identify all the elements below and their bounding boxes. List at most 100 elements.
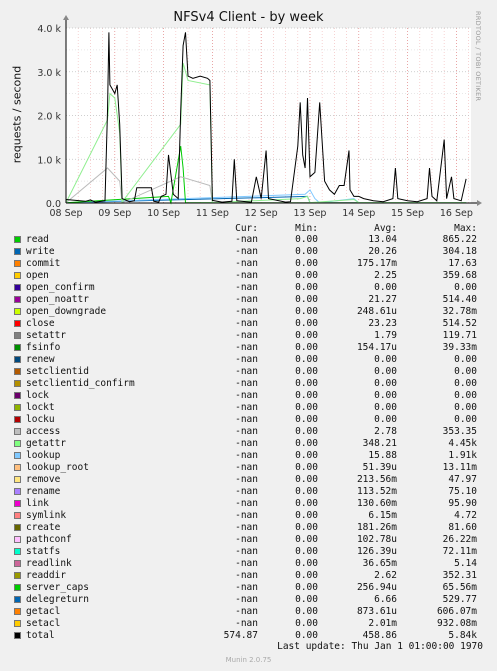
munin-graph-frame: NFSv4 Client - by week requests / second…: [0, 0, 497, 671]
legend-min-value: 0.00: [295, 570, 318, 581]
legend-row-rename: rename -nan 0.00 113.52m 75.10: [0, 486, 497, 498]
legend-max-value: 932.08m: [436, 618, 477, 629]
legend-avg-value: 23.23: [368, 318, 397, 329]
legend-series-name: renew: [26, 354, 55, 365]
legend-max-value: 0.00: [454, 390, 477, 401]
legend-swatch: [14, 512, 21, 519]
legend-avg-value: 0.00: [374, 366, 397, 377]
legend-series-name: statfs: [26, 546, 61, 557]
x-tick-label: 11 Sep: [196, 208, 229, 219]
legend-min-value: 0.00: [295, 390, 318, 401]
legend-avg-value: 51.39u: [362, 462, 397, 473]
legend-max-value: 352.31: [442, 570, 477, 581]
legend-avg-value: 13.04: [368, 234, 397, 245]
legend-row-close: close -nan 0.00 23.23 514.52: [0, 318, 497, 330]
legend-row-symlink: symlink -nan 0.00 6.15m 4.72: [0, 510, 497, 522]
legend-row-remove: remove -nan 0.00 213.56m 47.97: [0, 474, 497, 486]
legend-series-name: getattr: [26, 438, 67, 449]
legend-min-value: 0.00: [295, 498, 318, 509]
legend-max-value: 0.00: [454, 402, 477, 413]
legend-row-getattr: getattr -nan 0.00 348.21 4.45k: [0, 438, 497, 450]
legend-swatch: [14, 344, 21, 351]
legend-series-name: symlink: [26, 510, 67, 521]
legend-max-value: 4.45k: [448, 438, 477, 449]
legend-max-value: 0.00: [454, 366, 477, 377]
legend-max-value: 26.22m: [442, 534, 477, 545]
legend-avg-value: 2.78: [374, 426, 397, 437]
legend-series-name: open_noattr: [26, 294, 89, 305]
legend-row-write: write -nan 0.00 20.26 304.18: [0, 246, 497, 258]
legend-series-name: setacl: [26, 618, 61, 629]
legend-min-value: 0.00: [295, 474, 318, 485]
legend-series-name: close: [26, 318, 55, 329]
legend-series-name: open: [26, 270, 49, 281]
legend-swatch: [14, 440, 21, 447]
legend-max-value: 1.91k: [448, 450, 477, 461]
legend-swatch: [14, 500, 21, 507]
y-tick-label: 1.0 k: [37, 155, 61, 166]
legend-series-name: readlink: [26, 558, 72, 569]
legend-series-name: lockt: [26, 402, 55, 413]
legend-avg-value: 2.62: [374, 570, 397, 581]
legend-series-name: open_confirm: [26, 282, 95, 293]
legend-min-value: 0.00: [295, 450, 318, 461]
legend-series-name: lock: [26, 390, 49, 401]
legend-series-name: open_downgrade: [26, 306, 107, 317]
x-tick-label: 15 Sep: [391, 208, 424, 219]
legend-avg-value: 181.26m: [356, 522, 397, 533]
y-tick-label: 4.0 k: [37, 24, 61, 35]
legend-min-value: 0.00: [295, 234, 318, 245]
legend-max-value: 353.35: [442, 426, 477, 437]
legend-min-value: 0.00: [295, 294, 318, 305]
legend-row-commit: commit -nan 0.00 175.17m 17.63: [0, 258, 497, 270]
x-tick-label: 12 Sep: [245, 208, 278, 219]
legend-row-lookup: lookup -nan 0.00 15.88 1.91k: [0, 450, 497, 462]
legend-min-value: 0.00: [295, 522, 318, 533]
legend-min-value: 0.00: [295, 546, 318, 557]
legend-swatch: [14, 572, 21, 579]
y-axis-arrow: [63, 15, 69, 20]
legend-min-value: 0.00: [295, 246, 318, 257]
legend-row-open: open -nan 0.00 2.25 359.68: [0, 270, 497, 282]
legend-max-value: 0.00: [454, 378, 477, 389]
legend-row-read: read -nan 0.00 13.04 865.22: [0, 234, 497, 246]
legend-min-value: 0.00: [295, 510, 318, 521]
legend-swatch: [14, 272, 21, 279]
x-tick-label: 16 Sep: [440, 208, 473, 219]
legend-swatch: [14, 356, 21, 363]
legend-swatch: [14, 416, 21, 423]
legend-series-name: link: [26, 498, 49, 509]
legend-avg-value: 36.65m: [362, 558, 397, 569]
x-tick-label: 13 Sep: [293, 208, 326, 219]
legend-max-value: 39.33m: [442, 342, 477, 353]
legend-min-value: 0.00: [295, 378, 318, 389]
legend-avg-value: 0.00: [374, 282, 397, 293]
legend-row-locku: locku -nan 0.00 0.00 0.00: [0, 414, 497, 426]
legend-avg-value: 126.39u: [356, 546, 397, 557]
legend-min-value: 0.00: [295, 558, 318, 569]
legend-max-value: 529.77: [442, 594, 477, 605]
legend-swatch: [14, 392, 21, 399]
legend-min-value: 0.00: [295, 426, 318, 437]
legend-min-value: 0.00: [295, 486, 318, 497]
legend-max-value: 81.60: [448, 522, 477, 533]
legend-swatch: [14, 404, 21, 411]
legend-row-readdir: readdir -nan 0.00 2.62 352.31: [0, 570, 497, 582]
legend-min-value: 0.00: [295, 366, 318, 377]
legend-swatch: [14, 308, 21, 315]
legend-row-open_confirm: open_confirm -nan 0.00 0.00 0.00: [0, 282, 497, 294]
legend-min-value: 0.00: [295, 534, 318, 545]
legend-swatch: [14, 332, 21, 339]
legend-max-value: 72.11m: [442, 546, 477, 557]
legend-max-value: 514.40: [442, 294, 477, 305]
legend-series-name: remove: [26, 474, 61, 485]
legend-swatch: [14, 236, 21, 243]
y-tick-label: 3.0 k: [37, 68, 61, 79]
x-tick-label: 14 Sep: [342, 208, 375, 219]
legend-avg-value: 6.66: [374, 594, 397, 605]
legend-max-value: 865.22: [442, 234, 477, 245]
legend-swatch: [14, 548, 21, 555]
y-tick-label: 2.0 k: [37, 112, 61, 123]
legend-min-value: 0.00: [295, 594, 318, 605]
legend-max-value: 65.56m: [442, 582, 477, 593]
